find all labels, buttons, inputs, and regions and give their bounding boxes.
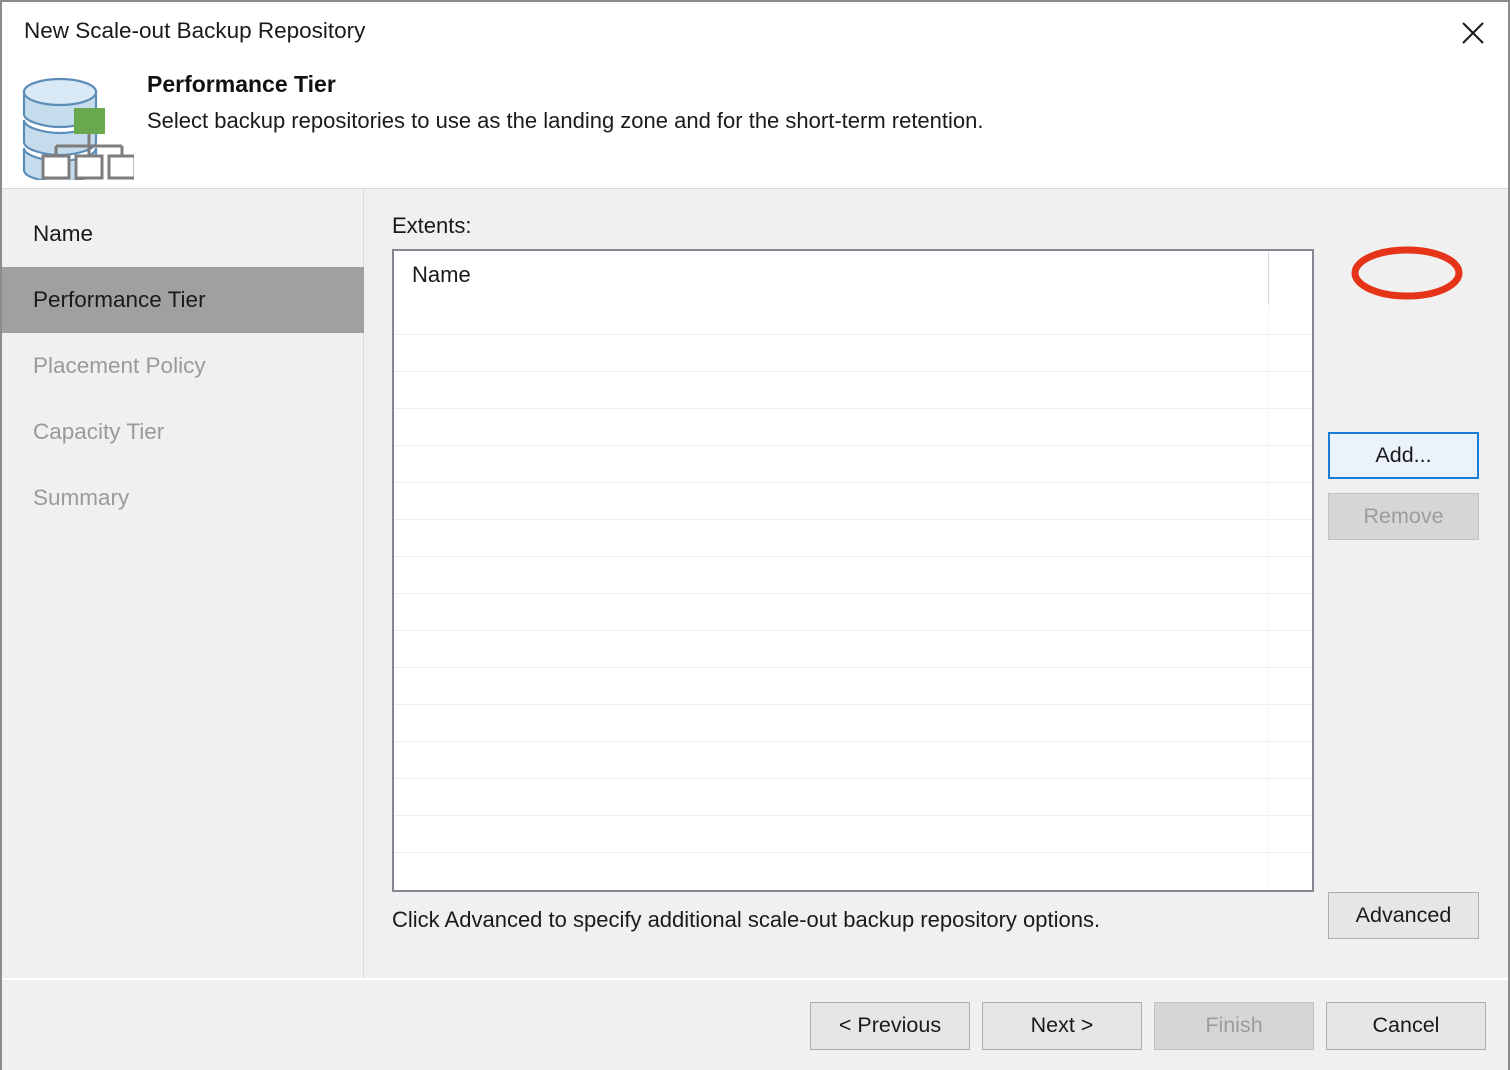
list-row-separator xyxy=(394,815,1312,816)
advanced-button[interactable]: Advanced xyxy=(1328,892,1479,939)
wizard-content-pane: Extents: Name Click Advanced to specify … xyxy=(365,189,1508,978)
column-divider-body xyxy=(1268,305,1269,890)
list-row-separator xyxy=(394,445,1312,446)
sidebar-item-summary[interactable]: Summary xyxy=(2,465,364,531)
list-row-separator xyxy=(394,667,1312,668)
list-row-separator xyxy=(394,852,1312,853)
extents-label: Extents: xyxy=(392,213,472,238)
next-button[interactable]: Next > xyxy=(982,1002,1142,1050)
list-row-separator xyxy=(394,630,1312,631)
list-row-separator xyxy=(394,741,1312,742)
list-row-separator xyxy=(394,482,1312,483)
page-title: Performance Tier xyxy=(147,71,336,97)
extents-list[interactable]: Name xyxy=(392,249,1314,892)
list-row-separator xyxy=(394,704,1312,705)
list-row-separator xyxy=(394,593,1312,594)
column-header-name[interactable]: Name xyxy=(412,262,471,288)
scale-out-repository-icon xyxy=(18,70,137,184)
close-button[interactable] xyxy=(1446,8,1500,52)
window-title: New Scale-out Backup Repository xyxy=(24,18,366,43)
column-divider[interactable] xyxy=(1268,252,1269,305)
cancel-button[interactable]: Cancel xyxy=(1326,1002,1486,1050)
add-button[interactable]: Add... xyxy=(1328,432,1479,479)
list-row-separator xyxy=(394,519,1312,520)
wizard-steps-sidebar: Name Performance Tier Placement Policy C… xyxy=(2,189,364,978)
finish-button: Finish xyxy=(1154,1002,1314,1050)
list-row-separator xyxy=(394,556,1312,557)
list-row-separator xyxy=(394,408,1312,409)
list-row-separator xyxy=(394,371,1312,372)
previous-button[interactable]: < Previous xyxy=(810,1002,970,1050)
remove-button: Remove xyxy=(1328,493,1479,540)
advanced-hint-text: Click Advanced to specify additional sca… xyxy=(392,907,1101,932)
page-subtitle: Select backup repositories to use as the… xyxy=(147,108,984,133)
title-bar: New Scale-out Backup Repository xyxy=(2,2,1508,62)
wizard-dialog: New Scale-out Backup Repository Performa… xyxy=(0,0,1510,1070)
sidebar-item-capacity-tier[interactable]: Capacity Tier xyxy=(2,399,364,465)
sidebar-item-performance-tier[interactable]: Performance Tier xyxy=(2,267,364,333)
sidebar-item-name[interactable]: Name xyxy=(2,201,364,267)
wizard-body: Name Performance Tier Placement Policy C… xyxy=(2,189,1508,978)
list-row-separator xyxy=(394,334,1312,335)
wizard-header: Performance Tier Select backup repositor… xyxy=(2,62,1508,189)
list-row-separator xyxy=(394,778,1312,779)
wizard-footer: < Previous Next > Finish Cancel xyxy=(2,978,1508,1070)
sidebar-item-placement-policy[interactable]: Placement Policy xyxy=(2,333,364,399)
close-icon xyxy=(1462,22,1484,44)
list-column-header: Name xyxy=(394,251,1312,308)
